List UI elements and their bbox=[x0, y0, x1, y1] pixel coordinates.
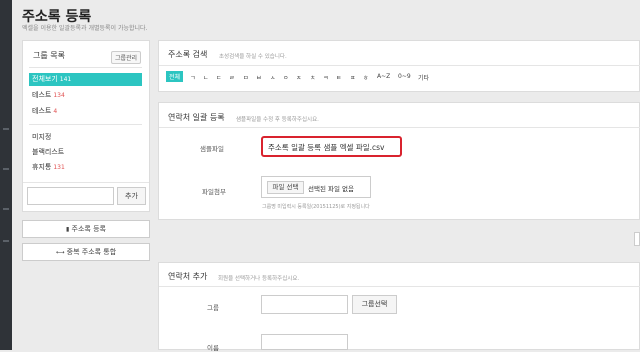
rail-marker bbox=[3, 240, 9, 242]
letter-filter[interactable]: ㄴ bbox=[203, 73, 209, 82]
no-file-text: 선택된 파일 없음 bbox=[308, 185, 354, 193]
sidebar-item-test1[interactable]: 테스트 134 bbox=[29, 89, 142, 102]
sidebar-item-label: 블랙리스트 bbox=[32, 148, 65, 156]
add-contact-subtitle: 회원을 선택하거나 등록하주십시요. bbox=[218, 276, 300, 282]
group-manage-button[interactable]: 그룹관리 bbox=[111, 51, 142, 64]
sidebar-item-count: 134 bbox=[53, 92, 65, 99]
divider bbox=[159, 65, 640, 66]
letter-filter[interactable]: 기타 bbox=[418, 73, 429, 82]
attach-hint: 그룹명 미입력시 등록일(20151125)로 지정됩니다 bbox=[262, 204, 370, 210]
address-register-button[interactable]: ▮ 주소록 등록 bbox=[22, 220, 150, 238]
bulk-register-panel bbox=[158, 102, 640, 220]
divider bbox=[29, 67, 142, 68]
add-contact-title: 연락처 추가 bbox=[168, 272, 208, 281]
letter-filter[interactable]: ㄱ bbox=[190, 73, 196, 82]
name-label: 이름 bbox=[207, 344, 219, 352]
divider bbox=[29, 124, 142, 125]
letter-filter[interactable]: ㅊ bbox=[310, 73, 316, 82]
sidebar-item-trash[interactable]: 휴지통 131 bbox=[29, 161, 142, 174]
bulk-title: 연락처 일괄 등록 bbox=[168, 113, 225, 122]
group-select-button[interactable]: 그룹선택 bbox=[352, 295, 397, 314]
letter-filter[interactable]: ㄹ bbox=[229, 73, 235, 82]
rail-marker bbox=[3, 208, 9, 210]
divider bbox=[159, 127, 640, 128]
letter-filter[interactable]: ㅎ bbox=[363, 73, 369, 82]
sidebar-item-count: 4 bbox=[53, 108, 58, 115]
letter-filter[interactable]: ㅌ bbox=[336, 73, 342, 82]
letter-filter[interactable]: ㅋ bbox=[323, 73, 329, 82]
letter-filter[interactable]: 0~9 bbox=[398, 73, 411, 80]
address-register-label: 주소록 등록 bbox=[71, 225, 106, 233]
group-input[interactable] bbox=[261, 295, 348, 314]
letter-filter[interactable]: A~Z bbox=[377, 73, 390, 80]
book-icon: ▮ bbox=[66, 226, 70, 233]
divider bbox=[23, 182, 149, 183]
search-title: 주소록 검색 bbox=[168, 50, 208, 59]
sidebar-item-unassigned[interactable]: 미지정 bbox=[29, 131, 142, 144]
letter-filter[interactable]: ㅅ bbox=[270, 73, 276, 82]
group-label: 그룹 bbox=[207, 304, 219, 312]
group-add-button[interactable]: 추가 bbox=[117, 187, 146, 205]
group-add-input[interactable] bbox=[27, 187, 114, 205]
sidebar-item-label: 테스트 bbox=[32, 91, 52, 99]
sidebar-item-label: 휴지통 bbox=[32, 163, 52, 171]
merge-icon: ⟷ bbox=[55, 249, 65, 256]
letter-filter[interactable]: ㅁ bbox=[243, 73, 249, 82]
attach-file-label: 파일첨부 bbox=[202, 188, 226, 196]
group-list-title: 그룹 목록 bbox=[33, 51, 65, 60]
letter-filter[interactable]: ㄷ bbox=[216, 73, 222, 82]
search-panel bbox=[158, 40, 640, 92]
merge-duplicates-button[interactable]: ⟷ 중복 주소록 통합 bbox=[22, 243, 150, 261]
sample-file-link[interactable]: 주소록 일괄 등록 샘플 엑셀 파일.csv bbox=[268, 142, 384, 153]
sidebar-item-all[interactable]: 전체보기 141 bbox=[29, 73, 142, 86]
rail-marker bbox=[3, 168, 9, 170]
letter-filter[interactable]: ㅇ bbox=[283, 73, 289, 82]
search-subtitle: 초성검색을 하실 수 있습니다. bbox=[219, 54, 287, 60]
letter-filter[interactable]: ㅂ bbox=[256, 73, 262, 82]
letter-filter[interactable]: 전체 bbox=[166, 71, 184, 82]
rail-marker bbox=[3, 128, 9, 130]
sidebar-item-count: 131 bbox=[53, 164, 65, 171]
group-list-panel: 그룹 목록 그룹관리 전체보기 141 테스트 134 테스트 4 미지정 블랙리스트… bbox=[22, 40, 150, 212]
sidebar-item-test2[interactable]: 테스트 4 bbox=[29, 105, 142, 118]
bulk-subtitle: 샘플파일을 수정 후 등록하주십시요. bbox=[236, 117, 319, 123]
sidebar-item-label: 미지정 bbox=[32, 133, 52, 141]
divider bbox=[159, 286, 640, 287]
right-edge-control[interactable] bbox=[634, 232, 640, 246]
letter-filter[interactable]: ㅍ bbox=[350, 73, 356, 82]
page-subtitle: 엑셀을 이용한 일괄등록과 개별등록이 가능합니다. bbox=[22, 25, 148, 32]
merge-duplicates-label: 중복 주소록 통합 bbox=[66, 248, 117, 256]
app-nav-rail bbox=[0, 0, 12, 350]
sidebar-item-count: 141 bbox=[59, 76, 72, 83]
sample-file-label: 샘플파일 bbox=[200, 145, 224, 153]
name-input[interactable] bbox=[261, 334, 348, 350]
sidebar-item-blacklist[interactable]: 블랙리스트 bbox=[29, 146, 142, 159]
sidebar-item-label: 전체보기 bbox=[32, 75, 58, 83]
sidebar-item-label: 테스트 bbox=[32, 107, 52, 115]
letter-filter[interactable]: ㅈ bbox=[296, 73, 302, 82]
choose-file-button[interactable]: 파일 선택 bbox=[267, 181, 304, 194]
